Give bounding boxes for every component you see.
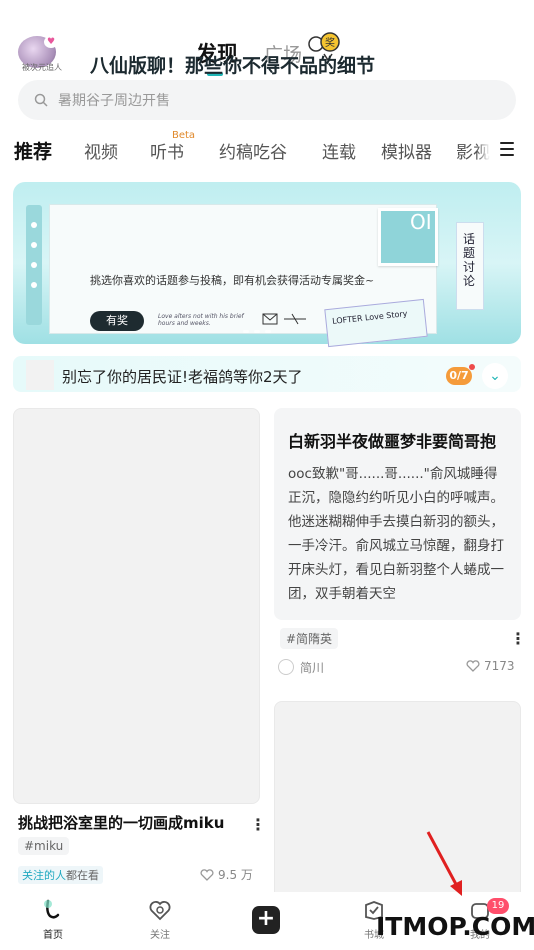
like-button[interactable]: 9.5 万 xyxy=(200,866,253,883)
chevron-down-icon[interactable]: ⌄ xyxy=(482,363,508,389)
post-image[interactable] xyxy=(13,408,260,804)
category-commission[interactable]: 约稿吃谷 xyxy=(219,138,287,163)
post-excerpt: ooc致歉"哥......哥......"俞风城睡得正沉，隐隐约约听见小白的呼喊… xyxy=(288,466,504,602)
nav-home-label: 首页 xyxy=(43,930,63,941)
sticker-text: 奖 xyxy=(325,36,335,49)
banner-quote: Love alters not with his brief hours and… xyxy=(158,313,244,327)
banner-stamp-text: OI xyxy=(410,210,432,234)
search-placeholder: 暑期谷子周边开售 xyxy=(58,93,170,109)
post-title[interactable]: 白新羽半夜做噩梦非要简哥抱 xyxy=(288,428,496,452)
category-recommend[interactable]: 推荐 xyxy=(14,137,52,164)
like-count: 9.5 万 xyxy=(218,868,253,882)
avatar-caption: 被次元追人 xyxy=(22,63,62,72)
create-post-button[interactable]: + xyxy=(252,906,280,934)
post-tag[interactable]: #简隋英 xyxy=(280,628,339,649)
nav-home[interactable]: 首页 xyxy=(23,898,83,941)
notice-text: 别忘了你的居民证!老福鸽等你2天了 xyxy=(62,368,303,386)
category-audiobook[interactable]: 听书 xyxy=(150,138,184,163)
banner-title: 八仙版聊！那些你不得不品的细节 xyxy=(90,55,376,77)
more-icon[interactable]: ⋮ xyxy=(510,629,526,648)
follow-hint-highlight: 关注的人 xyxy=(22,869,66,882)
beta-badge: Beta xyxy=(172,130,196,141)
heart-icon: ♥ xyxy=(44,36,58,48)
nav-follow-label: 关注 xyxy=(150,930,170,941)
like-button[interactable]: 7173 xyxy=(466,659,515,673)
follow-heart-icon xyxy=(130,898,190,924)
post-tag[interactable]: #miku xyxy=(18,837,70,855)
banner-clip-icon xyxy=(26,205,42,325)
category-serial[interactable]: 连载 xyxy=(322,138,356,163)
follow-hint: 关注的人都在看 xyxy=(18,866,103,884)
home-icon xyxy=(23,898,83,924)
notice-thumbnail xyxy=(26,360,54,390)
banner-pager xyxy=(243,330,271,333)
category-menu-icon[interactable] xyxy=(500,142,514,160)
category-simulator[interactable]: 模拟器 xyxy=(381,138,432,163)
author-avatar[interactable] xyxy=(278,659,294,675)
heart-outline-icon xyxy=(466,660,480,672)
post-title[interactable]: 挑战把浴室里的一切画成miku xyxy=(18,812,224,833)
watermark: ITMOP.COM xyxy=(376,912,534,941)
banner-subtitle: 挑选你喜欢的话题参与投稿，即有机会获得活动专属奖金~ xyxy=(90,274,375,287)
author-name[interactable]: 简川 xyxy=(300,659,324,676)
follow-hint-text: 都在看 xyxy=(66,869,99,882)
search-bar[interactable]: 暑期谷子周边开售 xyxy=(18,80,516,120)
banner-side-text: 话题讨论 xyxy=(463,232,476,288)
category-video[interactable]: 视频 xyxy=(84,138,118,163)
like-count: 7173 xyxy=(484,659,515,673)
banner-reward-tag: 有奖 xyxy=(90,311,144,331)
heart-outline-icon xyxy=(200,868,214,881)
notice-count-badge: 0/7 xyxy=(446,367,472,385)
category-film[interactable]: 影视 xyxy=(456,138,490,163)
more-icon[interactable]: ⋮ xyxy=(250,815,266,834)
search-icon xyxy=(34,93,48,107)
notice-red-dot xyxy=(469,364,475,370)
nav-follow[interactable]: 关注 xyxy=(130,898,190,941)
red-arrow-icon xyxy=(426,831,462,896)
envelope-icon xyxy=(262,313,306,325)
post-image[interactable] xyxy=(274,701,521,901)
